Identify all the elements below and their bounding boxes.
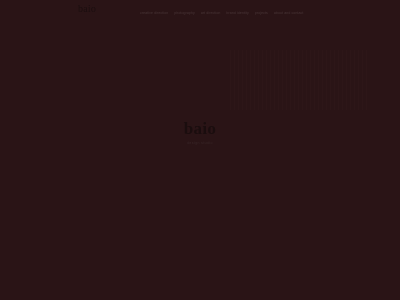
site-header: baio creative direction photography art … <box>0 0 400 28</box>
nav-item-art-direction[interactable]: art direction <box>201 11 221 15</box>
nav-item-brand-identity[interactable]: brand identity <box>226 11 248 15</box>
nav-item-photography[interactable]: photography <box>174 11 195 15</box>
background-texture <box>230 50 370 110</box>
page: baio creative direction photography art … <box>0 0 400 300</box>
main-nav: creative direction photography art direc… <box>140 11 303 15</box>
hero-title: baio <box>183 119 217 138</box>
nav-item-about-contact[interactable]: about and contact <box>274 11 304 15</box>
hero-subtitle: design studio <box>187 141 213 145</box>
logo[interactable]: baio <box>78 5 96 15</box>
hero-section: baio design studio <box>0 119 400 146</box>
nav-item-projects[interactable]: projects <box>255 11 268 15</box>
nav-item-creative-direction[interactable]: creative direction <box>140 11 168 15</box>
